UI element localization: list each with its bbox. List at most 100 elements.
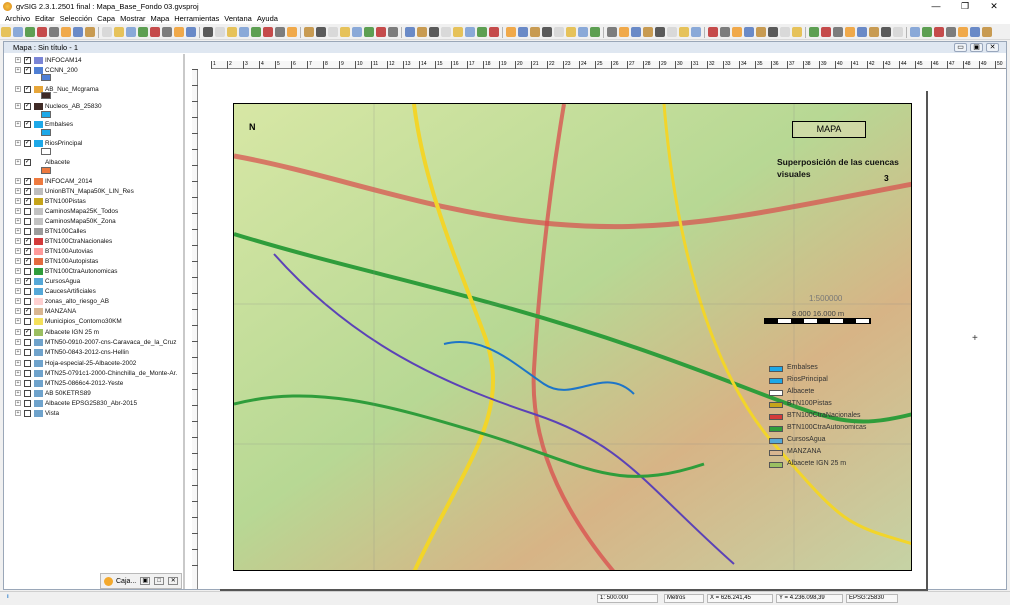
- close-icon[interactable]: ✕: [168, 577, 179, 585]
- toolbar-tool-icon[interactable]: [732, 27, 742, 37]
- expand-toggle-icon[interactable]: +: [15, 57, 21, 63]
- layer-row[interactable]: + ✓ BTN100CtraNacionales: [5, 236, 183, 246]
- toolbar-tool-icon[interactable]: [388, 27, 398, 37]
- toolbar-tool-icon[interactable]: [768, 27, 778, 37]
- layer-row[interactable]: + Albacete EPSG25830_Abr-2015: [5, 398, 183, 408]
- expand-toggle-icon[interactable]: +: [15, 103, 21, 109]
- toolbar-tool-icon[interactable]: [619, 27, 629, 37]
- toolbar-tool-icon[interactable]: [607, 27, 617, 37]
- layer-visibility-checkbox[interactable]: ✓: [24, 328, 31, 336]
- toolbar-tool-icon[interactable]: [970, 27, 980, 37]
- toolbar-tool-icon[interactable]: [328, 27, 338, 37]
- toolbar-tool-icon[interactable]: [150, 27, 160, 37]
- layer-row[interactable]: + ✓ CursosAgua: [5, 276, 183, 286]
- layer-visibility-checkbox[interactable]: [24, 348, 31, 356]
- toolbar-tool-icon[interactable]: [744, 27, 754, 37]
- toolbar-tool-icon[interactable]: [186, 27, 196, 37]
- layer-visibility-checkbox[interactable]: [24, 389, 31, 397]
- layer-visibility-checkbox[interactable]: [24, 399, 31, 407]
- toolbar-tool-icon[interactable]: [554, 27, 564, 37]
- expand-toggle-icon[interactable]: +: [15, 121, 21, 127]
- toolbar-tool-icon[interactable]: [756, 27, 766, 37]
- layer-row[interactable]: + ✓ BTN100Autovias: [5, 246, 183, 256]
- toolbar-tool-icon[interactable]: [174, 27, 184, 37]
- layer-row[interactable]: + MTN25-0791c1-2000-Chinchilla_de_Monte-A…: [5, 368, 183, 378]
- layer-visibility-checkbox[interactable]: ✓: [24, 102, 31, 110]
- layer-row[interactable]: + ✓ INFOCAM14: [5, 55, 183, 65]
- toolbar-tool-icon[interactable]: [821, 27, 831, 37]
- expand-toggle-icon[interactable]: +: [15, 218, 21, 224]
- layer-visibility-checkbox[interactable]: [24, 267, 31, 275]
- menu-archivo[interactable]: Archivo: [5, 14, 30, 23]
- toolbar-tool-icon[interactable]: [316, 27, 326, 37]
- toolbar-tool-icon[interactable]: [845, 27, 855, 37]
- layer-row[interactable]: + ✓ Nucleos_AB_25830: [5, 101, 183, 111]
- toolbar-tool-icon[interactable]: [352, 27, 362, 37]
- expand-toggle-icon[interactable]: +: [15, 198, 21, 204]
- units-field[interactable]: Metros: [664, 594, 704, 603]
- toolbar-tool-icon[interactable]: [85, 27, 95, 37]
- expand-toggle-icon[interactable]: +: [15, 278, 21, 284]
- layer-visibility-checkbox[interactable]: [24, 287, 31, 295]
- toolbar-tool-icon[interactable]: [477, 27, 487, 37]
- restore-icon[interactable]: ▣: [140, 577, 151, 585]
- toolbar-tool-icon[interactable]: [376, 27, 386, 37]
- layer-visibility-checkbox[interactable]: ✓: [24, 139, 31, 147]
- expand-toggle-icon[interactable]: +: [15, 400, 21, 406]
- expand-toggle-icon[interactable]: +: [15, 159, 21, 165]
- layer-visibility-checkbox[interactable]: ✓: [24, 237, 31, 245]
- document-minimize-button[interactable]: ▭: [954, 43, 967, 52]
- layer-visibility-checkbox[interactable]: ✓: [24, 247, 31, 255]
- toolbar-tool-icon[interactable]: [405, 27, 415, 37]
- layer-row[interactable]: + AB 50KETRS89: [5, 388, 183, 398]
- expand-toggle-icon[interactable]: +: [15, 329, 21, 335]
- layer-visibility-checkbox[interactable]: ✓: [24, 277, 31, 285]
- expand-toggle-icon[interactable]: +: [15, 288, 21, 294]
- document-close-button[interactable]: ✕: [986, 43, 999, 52]
- toolbar-tool-icon[interactable]: [958, 27, 968, 37]
- toolbar-tool-icon[interactable]: [518, 27, 528, 37]
- menu-editar[interactable]: Editar: [35, 14, 55, 23]
- toolbar-tool-icon[interactable]: [73, 27, 83, 37]
- toolbar-tool-icon[interactable]: [162, 27, 172, 37]
- layer-visibility-checkbox[interactable]: [24, 369, 31, 377]
- toolbar-tool-icon[interactable]: [465, 27, 475, 37]
- toolbar-tool-icon[interactable]: [126, 27, 136, 37]
- toolbar-tool-icon[interactable]: [566, 27, 576, 37]
- expand-toggle-icon[interactable]: +: [15, 298, 21, 304]
- toolbar-tool-icon[interactable]: [227, 27, 237, 37]
- scale-field[interactable]: 1: 500.000: [597, 594, 658, 603]
- layer-visibility-checkbox[interactable]: [24, 379, 31, 387]
- expand-toggle-icon[interactable]: +: [15, 248, 21, 254]
- expand-toggle-icon[interactable]: +: [15, 339, 21, 345]
- toolbar-tool-icon[interactable]: [720, 27, 730, 37]
- toolbar-tool-icon[interactable]: [239, 27, 249, 37]
- expand-toggle-icon[interactable]: +: [15, 318, 21, 324]
- toolbar-tool-icon[interactable]: [441, 27, 451, 37]
- layer-row[interactable]: + CaminosMapa50K_Zona: [5, 216, 183, 226]
- menu-seleccion[interactable]: Selección: [60, 14, 93, 23]
- layer-visibility-checkbox[interactable]: ✓: [24, 197, 31, 205]
- maximize-button[interactable]: ❐: [953, 0, 977, 13]
- layer-row[interactable]: + CaminosMapa25K_Todos: [5, 206, 183, 216]
- toolbar-tool-icon[interactable]: [631, 27, 641, 37]
- layer-row[interactable]: + ✓ Albacete IGN 25 m: [5, 327, 183, 337]
- layer-visibility-checkbox[interactable]: ✓: [24, 85, 31, 93]
- maximize-icon[interactable]: □: [154, 577, 165, 585]
- toolbar-tool-icon[interactable]: [590, 27, 600, 37]
- layer-row[interactable]: + BTN100Calles: [5, 226, 183, 236]
- layer-visibility-checkbox[interactable]: [24, 227, 31, 235]
- toolbar-tool-icon[interactable]: [263, 27, 273, 37]
- expand-toggle-icon[interactable]: +: [15, 178, 21, 184]
- layer-row[interactable]: + ✓ AB_Nuc_Mcgrama: [5, 84, 183, 94]
- layer-visibility-checkbox[interactable]: [24, 217, 31, 225]
- toolbar-tool-icon[interactable]: [542, 27, 552, 37]
- toolbar-tool-icon[interactable]: [114, 27, 124, 37]
- toolbar-tool-icon[interactable]: [922, 27, 932, 37]
- minimized-window-tab[interactable]: Caja... ▣ □ ✕: [100, 573, 182, 589]
- menu-mostrar[interactable]: Mostrar: [120, 14, 145, 23]
- menu-ventana[interactable]: Ventana: [224, 14, 252, 23]
- toolbar-tool-icon[interactable]: [1, 27, 11, 37]
- layer-row[interactable]: + ✓ Embalses: [5, 119, 183, 129]
- toolbar-tool-icon[interactable]: [667, 27, 677, 37]
